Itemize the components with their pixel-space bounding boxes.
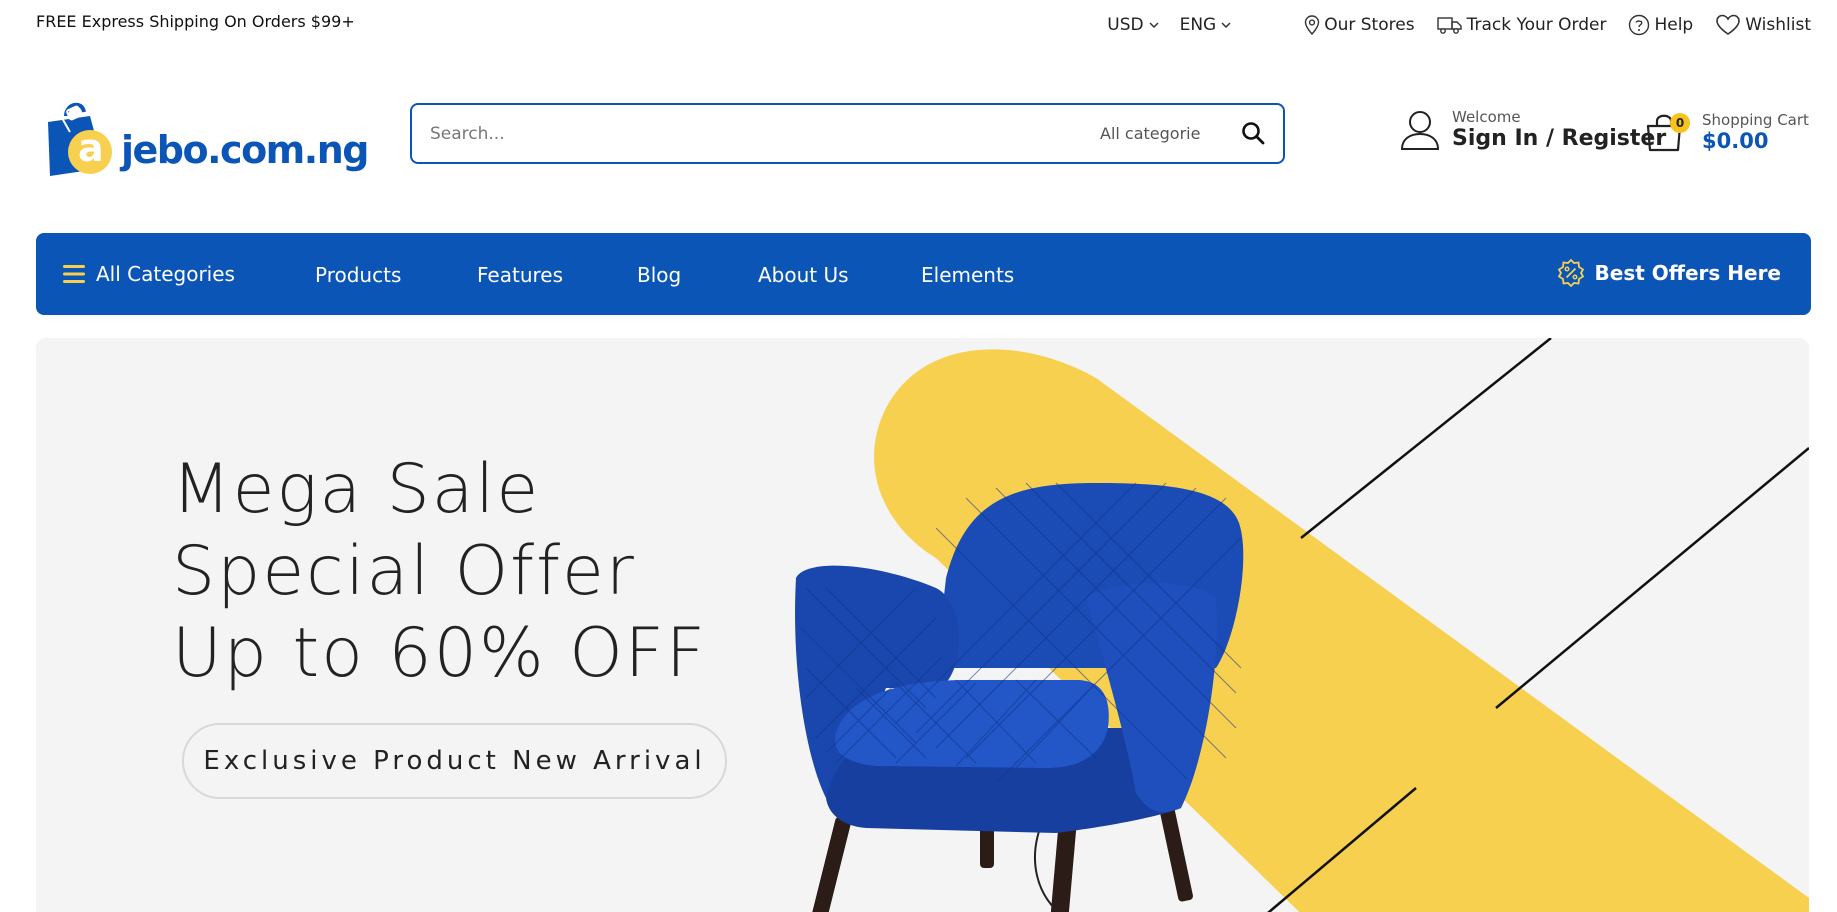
map-pin-icon	[1305, 15, 1320, 35]
armchair-image	[795, 482, 1244, 912]
account-text: Welcome Sign In / Register	[1452, 108, 1666, 152]
search-input[interactable]	[430, 119, 1030, 149]
help-label: Help	[1654, 15, 1694, 35]
chevron-down-icon	[1221, 22, 1231, 29]
nav-item-about-us[interactable]: About Us	[758, 263, 849, 287]
help-circle-icon	[1629, 14, 1650, 36]
help-link[interactable]: Help	[1628, 14, 1693, 36]
account-link[interactable]: Welcome Sign In / Register	[1400, 108, 1666, 152]
hero-headline-line-2: Special Offer	[172, 532, 636, 611]
top-bar: FREE Express Shipping On Orders $99+ USD…	[0, 0, 1837, 52]
nav-item-products[interactable]: Products	[315, 263, 401, 287]
truck-icon	[1436, 17, 1462, 34]
sign-in-register-label: Sign In / Register	[1452, 126, 1667, 151]
chevron-down-icon	[1149, 22, 1159, 29]
user-icon	[1400, 111, 1440, 150]
shipping-promo-text: FREE Express Shipping On Orders $99+	[36, 12, 355, 31]
search-icon	[1242, 122, 1265, 145]
nav-item-elements[interactable]: Elements	[921, 263, 1014, 287]
hero-banner: Mega Sale Special Offer Up to 60% OFF Ex…	[36, 338, 1809, 912]
discount-badge-icon	[1557, 259, 1584, 287]
currency-label: USD	[1107, 15, 1144, 35]
hamburger-menu-icon	[63, 265, 85, 283]
category-select[interactable]: All categorie	[1100, 124, 1230, 143]
exclusive-product-cta-button[interactable]: Exclusive Product New Arrival	[182, 723, 727, 799]
search-bar: All categorie	[410, 103, 1285, 164]
cart-text: Shopping Cart $0.00	[1702, 111, 1809, 153]
wishlist-link[interactable]: Wishlist	[1715, 14, 1811, 36]
best-offers-label: Best Offers Here	[1594, 261, 1781, 285]
our-stores-label: Our Stores	[1324, 15, 1415, 35]
cart-label: Shopping Cart	[1702, 111, 1809, 129]
cart-bag: 0	[1644, 110, 1690, 154]
language-selector[interactable]: ENG	[1180, 15, 1233, 35]
main-nav: All Categories Products Features Blog Ab…	[36, 233, 1811, 315]
shopping-cart[interactable]: 0 Shopping Cart $0.00	[1644, 110, 1809, 154]
our-stores-link[interactable]: Our Stores	[1304, 15, 1415, 35]
currency-selector[interactable]: USD	[1107, 15, 1159, 35]
wishlist-label: Wishlist	[1745, 15, 1811, 35]
all-categories-label: All Categories	[96, 262, 235, 286]
heart-icon	[1716, 14, 1741, 35]
logo-letter: a	[78, 126, 104, 170]
track-order-label: Track Your Order	[1466, 15, 1607, 35]
nav-item-blog[interactable]: Blog	[637, 263, 681, 287]
hero-headline-line-3: Up to 60% OFF	[172, 614, 707, 693]
track-order-link[interactable]: Track Your Order	[1436, 15, 1607, 35]
cart-count-badge: 0	[1670, 113, 1690, 133]
search-button[interactable]	[1241, 121, 1265, 149]
welcome-label: Welcome	[1452, 108, 1521, 126]
top-bar-actions: USD ENG Our Stores Track Your Order Help…	[1107, 14, 1811, 36]
all-categories-button[interactable]: All Categories	[62, 262, 235, 286]
language-label: ENG	[1179, 15, 1217, 35]
site-logo[interactable]: a jebo.com.ng	[44, 98, 369, 180]
best-offers-link[interactable]: Best Offers Here	[1557, 259, 1781, 287]
cart-total: $0.00	[1702, 129, 1769, 153]
nav-item-features[interactable]: Features	[477, 263, 563, 287]
hero-headline-line-1: Mega Sale	[172, 450, 541, 529]
logo-text: jebo.com.ng	[121, 128, 369, 172]
